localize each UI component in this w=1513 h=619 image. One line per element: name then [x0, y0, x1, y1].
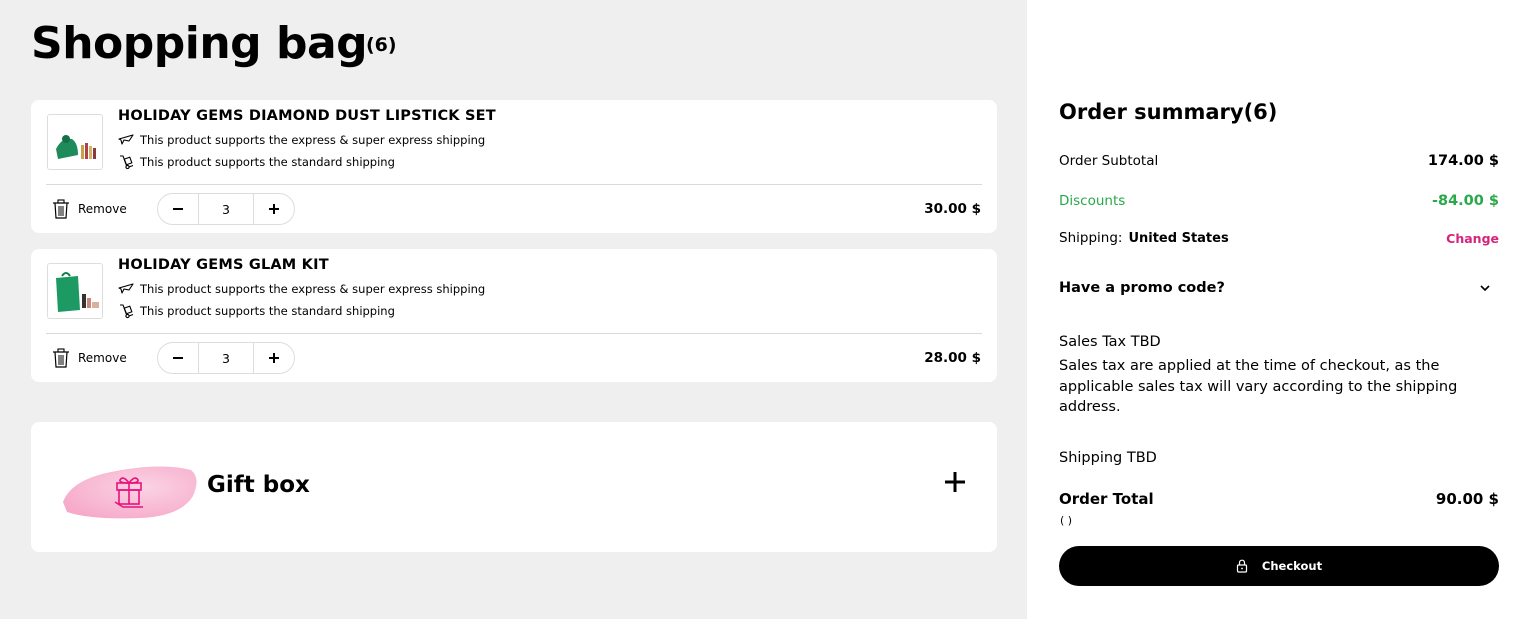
- standard-shipping-info: This product supports the standard shipp…: [118, 303, 395, 319]
- increase-quantity-button[interactable]: [254, 343, 294, 373]
- chevron-down-icon: [1480, 285, 1490, 292]
- divider: [46, 184, 982, 185]
- promo-code-toggle[interactable]: Have a promo code?: [1059, 280, 1499, 296]
- gift-box-label: Gift box: [207, 472, 310, 498]
- subtotal-value: 174.00 $: [1427, 153, 1499, 169]
- product-name[interactable]: HOLIDAY GEMS GLAM KIT: [118, 257, 329, 273]
- product-thumbnail[interactable]: [47, 114, 103, 170]
- gift-box-card[interactable]: Gift box: [31, 422, 997, 552]
- order-total-label: Order Total: [1059, 490, 1154, 508]
- order-total-note: ( ): [1060, 514, 1073, 527]
- shipping-tbd: Shipping TBD: [1059, 450, 1157, 466]
- order-total-value: 90.00 $: [1435, 490, 1499, 508]
- plus-icon: [269, 353, 279, 363]
- remove-button[interactable]: Remove: [52, 199, 127, 219]
- discount-value: -84.00 $: [1431, 193, 1499, 209]
- checkout-button[interactable]: Checkout: [1059, 546, 1499, 586]
- promo-code-label: Have a promo code?: [1059, 280, 1225, 296]
- express-shipping-text: This product supports the express & supe…: [140, 133, 486, 147]
- decrease-quantity-button[interactable]: [158, 194, 198, 224]
- shipping-label: Shipping:: [1059, 230, 1123, 246]
- discount-row: Discounts -84.00 $: [1059, 193, 1499, 209]
- express-shipping-info: This product supports the express & supe…: [118, 281, 485, 297]
- page-title: Shopping bag: [31, 18, 368, 69]
- order-total-row: Order Total 90.00 $: [1059, 490, 1499, 508]
- change-shipping-link[interactable]: Change: [1446, 231, 1499, 246]
- remove-label: Remove: [78, 351, 127, 365]
- trash-icon: [53, 348, 69, 368]
- subtotal-label: Order Subtotal: [1059, 153, 1159, 169]
- quantity-input[interactable]: 3: [198, 343, 254, 373]
- divider: [46, 333, 982, 334]
- item-price: 30.00 $: [924, 201, 981, 217]
- cart-item: HOLIDAY GEMS DIAMOND DUST LIPSTICK SET T…: [31, 100, 997, 233]
- order-summary-title: Order summary(6): [1059, 100, 1278, 124]
- hand-truck-icon: [120, 304, 134, 319]
- express-shipping-info: This product supports the express & supe…: [118, 132, 485, 148]
- order-summary-panel: Order summary(6) Order Subtotal 174.00 $…: [1027, 0, 1513, 619]
- hand-truck-icon: [120, 155, 134, 170]
- quantity-stepper: 3: [157, 193, 295, 225]
- remove-button[interactable]: Remove: [52, 348, 127, 368]
- minus-icon: [173, 208, 183, 210]
- minus-icon: [173, 357, 183, 359]
- shipping-destination: Shipping: United States: [1059, 230, 1229, 246]
- bag-item-count: (6): [366, 34, 397, 56]
- remove-label: Remove: [78, 202, 127, 216]
- decrease-quantity-button[interactable]: [158, 343, 198, 373]
- trash-icon: [53, 199, 69, 219]
- item-price: 28.00 $: [924, 350, 981, 366]
- airplane-icon: [118, 134, 134, 145]
- product-name[interactable]: HOLIDAY GEMS DIAMOND DUST LIPSTICK SET: [118, 108, 496, 124]
- cart-item: HOLIDAY GEMS GLAM KIT This product suppo…: [31, 249, 997, 382]
- quantity-input[interactable]: 3: [198, 194, 254, 224]
- lock-icon: [1236, 559, 1248, 573]
- standard-shipping-text: This product supports the standard shipp…: [140, 155, 395, 169]
- subtotal-row: Order Subtotal 174.00 $: [1059, 153, 1499, 169]
- standard-shipping-text: This product supports the standard shipp…: [140, 304, 395, 318]
- gift-box-icon: [63, 466, 197, 519]
- product-thumbnail[interactable]: [47, 263, 103, 319]
- standard-shipping-info: This product supports the standard shipp…: [118, 154, 395, 170]
- express-shipping-text: This product supports the express & supe…: [140, 282, 486, 296]
- shipping-row: Shipping: United States Change: [1059, 230, 1499, 246]
- sales-tax-title: Sales Tax TBD: [1059, 334, 1161, 350]
- cart-panel: Shopping bag (6) HOLIDAY GEMS DIAMOND DU…: [0, 0, 1027, 619]
- airplane-icon: [118, 283, 134, 294]
- quantity-stepper: 3: [157, 342, 295, 374]
- sales-tax-description: Sales tax are applied at the time of che…: [1059, 358, 1458, 415]
- discount-label: Discounts: [1059, 193, 1126, 209]
- increase-quantity-button[interactable]: [254, 194, 294, 224]
- shipping-country: United States: [1128, 231, 1229, 246]
- plus-icon: [269, 204, 279, 214]
- checkout-label: Checkout: [1261, 559, 1323, 573]
- add-gift-box-icon[interactable]: [943, 470, 967, 494]
